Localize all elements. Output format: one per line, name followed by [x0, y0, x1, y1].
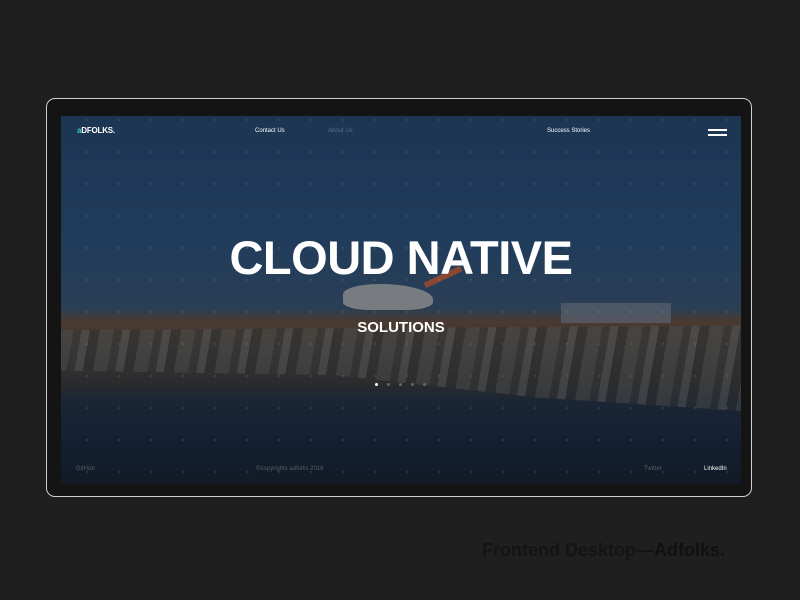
nav-success-stories[interactable]: Success Stories: [547, 128, 590, 134]
footer-copyright: ©copyrights adfolks 2018: [256, 466, 324, 472]
slide-indicator: [375, 383, 426, 386]
slide-dot-1[interactable]: [375, 383, 378, 386]
caption: Frontend Desktop—Adfolks.: [482, 540, 726, 560]
dot-grid-overlay: [61, 116, 741, 484]
logo[interactable]: aDFOLKS.: [77, 126, 115, 135]
footer-twitter-link[interactable]: Twitter: [644, 466, 662, 472]
hamburger-menu-icon[interactable]: [708, 129, 727, 139]
hero-screen: aDFOLKS. Contact Us About Us Success Sto…: [61, 116, 741, 484]
slide-dot-4[interactable]: [411, 383, 414, 386]
hero-title: CLOUD NATIVE: [229, 231, 573, 284]
hero-subtitle: SOLUTIONS: [357, 319, 445, 336]
footer-linkedin-link[interactable]: LinkedIn: [704, 466, 727, 472]
footer-github-link[interactable]: GitHub: [76, 466, 95, 472]
slide-dot-3[interactable]: [399, 383, 402, 386]
slide-dot-2[interactable]: [387, 383, 390, 386]
slide-dot-5[interactable]: [423, 383, 426, 386]
nav-about-us[interactable]: About Us: [328, 128, 353, 134]
nav-contact-us[interactable]: Contact Us: [255, 128, 285, 134]
